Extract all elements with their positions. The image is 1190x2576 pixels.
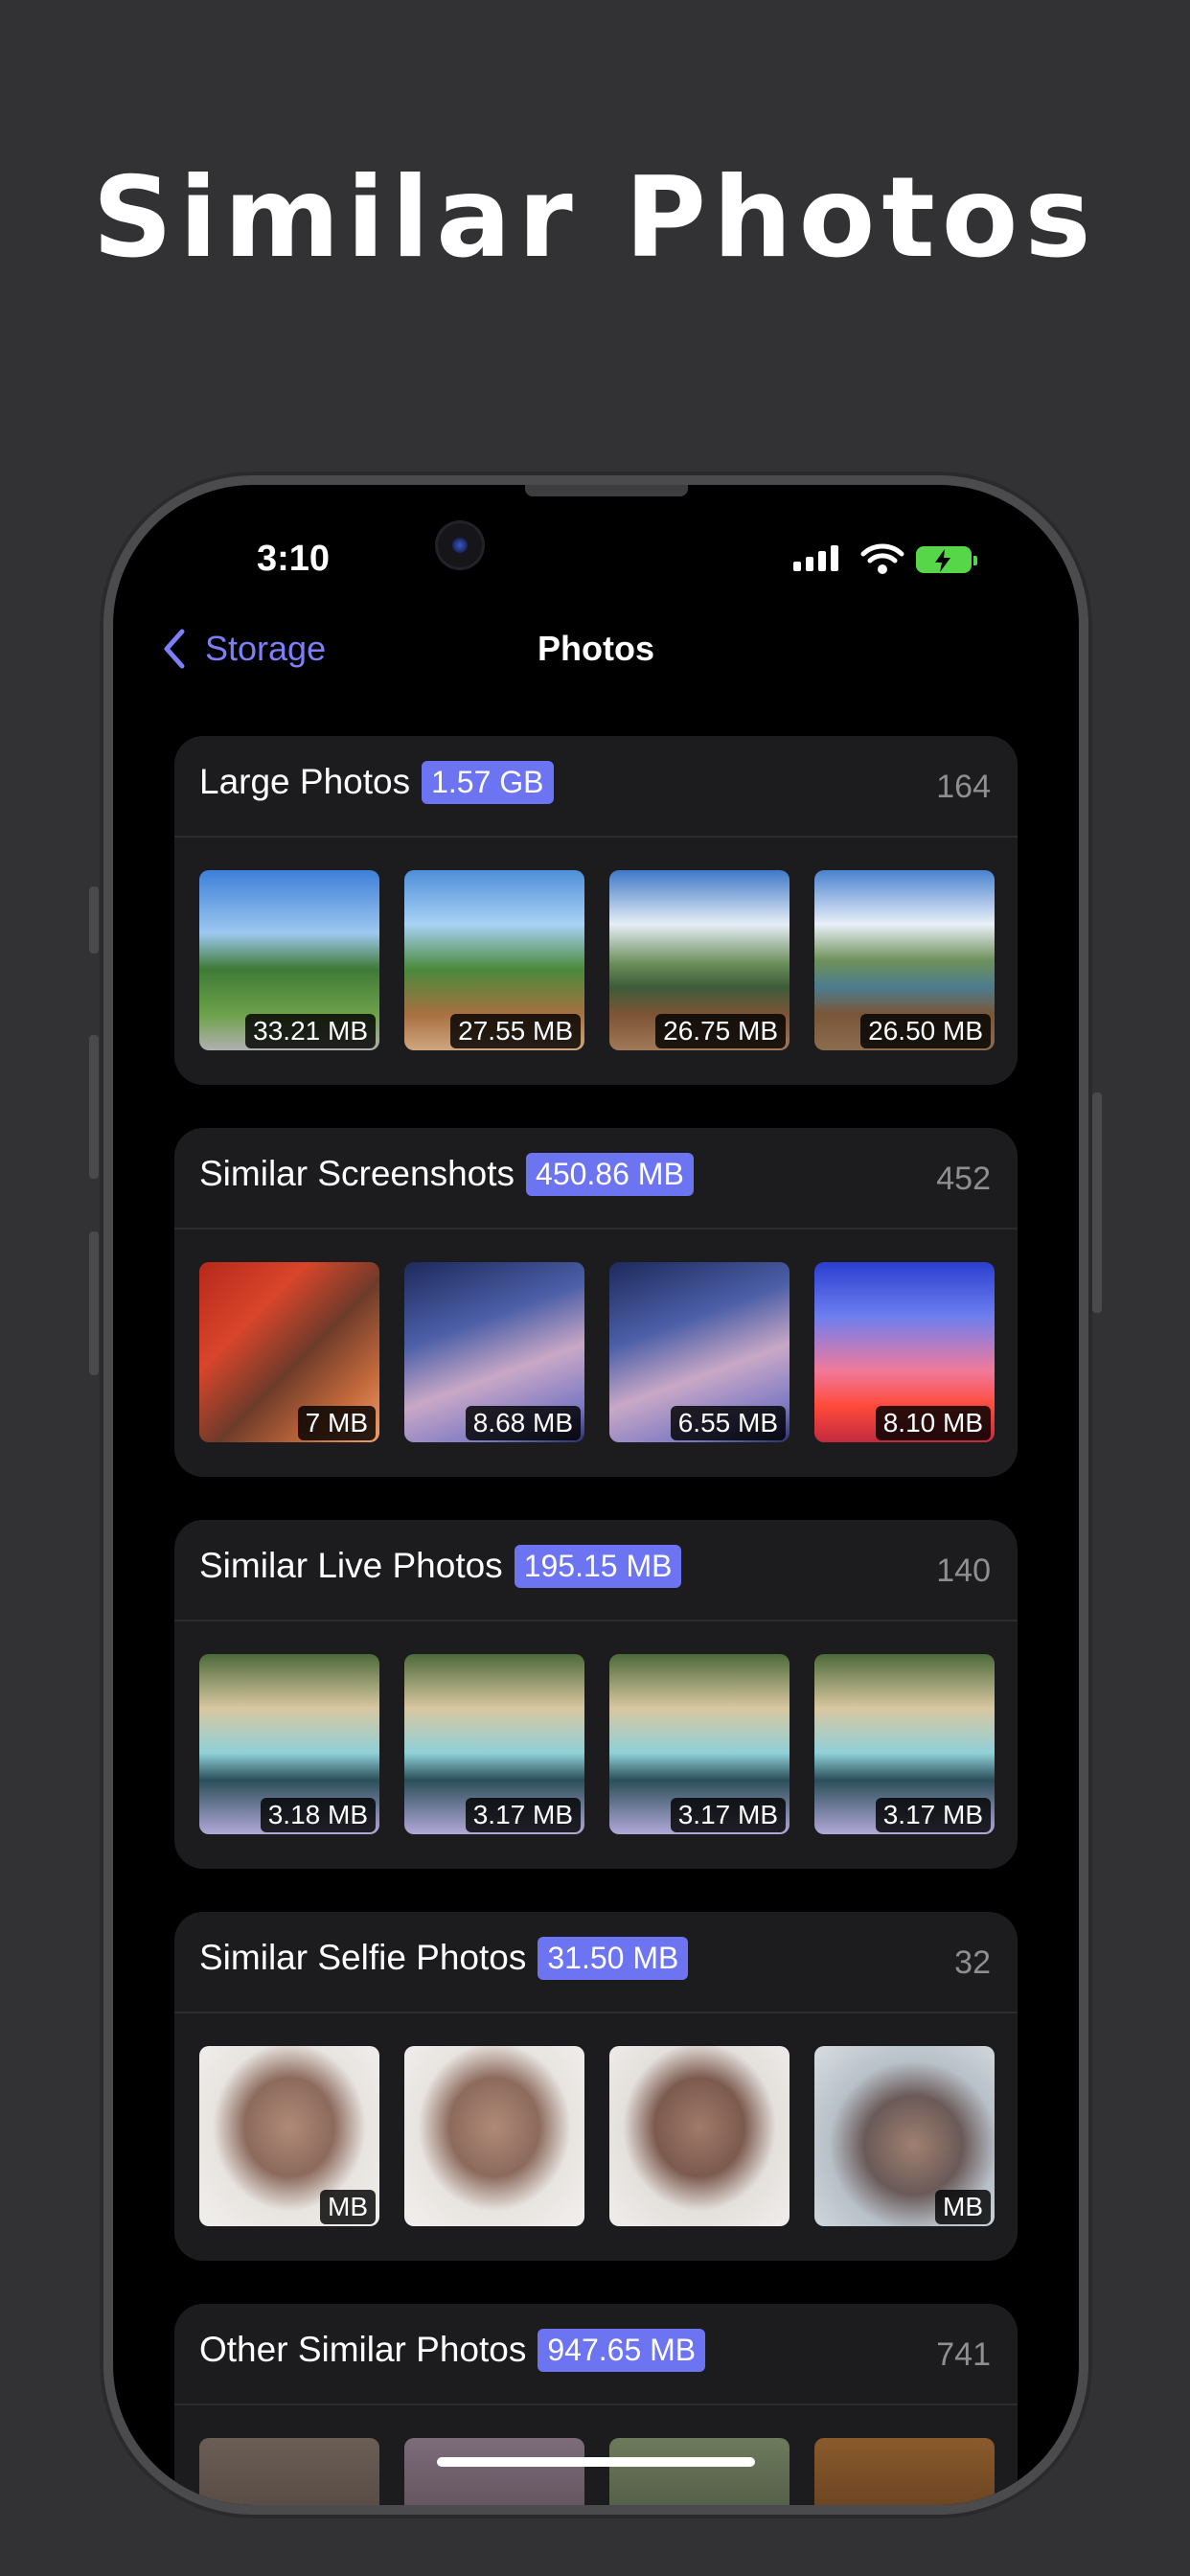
card-similar-selfie-photos[interactable]: Similar Selfie Photos 31.50 MB 32 MB MB (174, 1912, 1018, 2261)
size-badge: 195.15 MB (514, 1544, 682, 1588)
file-size-label: 3.17 MB (670, 1798, 786, 1832)
photo-thumbnail[interactable]: 6.55 MB (609, 1262, 790, 1442)
photo-thumbnail[interactable]: 7 MB (199, 1262, 379, 1442)
home-indicator (437, 2457, 755, 2467)
thumbnail-row: 3.18 MB 3.17 MB 3.17 MB 3.17 MB (199, 1654, 995, 1834)
card-title: Other Similar Photos (199, 2330, 527, 2369)
divider (174, 1620, 1018, 1622)
speaker-grille (525, 485, 688, 496)
battery-charging-icon (916, 546, 977, 573)
photo-thumbnail[interactable]: 3.17 MB (609, 1654, 790, 1834)
thumbnail-row (199, 2438, 995, 2505)
photo-thumbnail[interactable]: 8.10 MB (814, 1262, 995, 1442)
size-badge: 31.50 MB (538, 1936, 689, 1980)
photo-thumbnail[interactable] (814, 2438, 995, 2505)
file-size-label: MB (935, 2190, 991, 2224)
file-size-label: 8.10 MB (875, 1406, 991, 1440)
photo-thumbnail[interactable]: 3.17 MB (814, 1654, 995, 1834)
wifi-icon (860, 543, 904, 574)
photo-thumbnail[interactable] (609, 2046, 790, 2226)
status-icons (793, 543, 1004, 583)
size-badge: 947.65 MB (538, 2328, 706, 2372)
file-size-label: 8.68 MB (465, 1406, 581, 1440)
status-time: 3:10 (257, 539, 331, 579)
size-badge: 1.57 GB (422, 760, 554, 804)
divider (174, 1228, 1018, 1230)
volume-down-button (89, 1231, 99, 1375)
card-title: Similar Selfie Photos (199, 1938, 527, 1977)
photo-thumbnail[interactable] (199, 2438, 379, 2505)
file-size-label: 27.55 MB (450, 1014, 581, 1048)
divider (174, 2012, 1018, 2013)
card-similar-live-photos[interactable]: Similar Live Photos 195.15 MB 140 3.18 M… (174, 1520, 1018, 1869)
item-count: 32 (954, 1944, 991, 1981)
file-size-label: 33.21 MB (245, 1014, 376, 1048)
file-size-label: 3.17 MB (875, 1798, 991, 1832)
item-count: 140 (936, 1552, 991, 1589)
photo-thumbnail[interactable]: MB (199, 2046, 379, 2226)
photo-thumbnail[interactable] (404, 2438, 584, 2505)
thumbnail-row: MB MB (199, 2046, 995, 2226)
size-badge: 450.86 MB (526, 1152, 694, 1196)
photo-thumbnail[interactable] (609, 2438, 790, 2505)
card-other-similar-photos[interactable]: Other Similar Photos 947.65 MB 741 (174, 2304, 1018, 2505)
headline: Similar Photos (92, 153, 1098, 283)
thumbnail-row: 7 MB 8.68 MB 6.55 MB 8.10 MB (199, 1262, 995, 1442)
photo-thumbnail[interactable]: 26.75 MB (609, 870, 790, 1050)
photo-thumbnail[interactable]: 26.50 MB (814, 870, 995, 1050)
volume-up-button (89, 1035, 99, 1179)
file-size-label: 26.75 MB (655, 1014, 786, 1048)
power-button (1092, 1092, 1102, 1313)
card-title: Similar Live Photos (199, 1546, 503, 1585)
card-similar-screenshots[interactable]: Similar Screenshots 450.86 MB 452 7 MB 8… (174, 1128, 1018, 1477)
item-count: 741 (936, 2336, 991, 2373)
file-size-label: MB (320, 2190, 376, 2224)
thumbnail-row: 33.21 MB 27.55 MB 26.75 MB 26.50 MB (199, 870, 995, 1050)
card-title: Large Photos (199, 762, 411, 801)
photo-thumbnail[interactable]: 27.55 MB (404, 870, 584, 1050)
card-large-photos[interactable]: Large Photos 1.57 GB 164 33.21 MB 27.55 … (174, 736, 1018, 1085)
file-size-label: 3.17 MB (465, 1798, 581, 1832)
front-camera-icon (438, 523, 482, 567)
photo-thumbnail[interactable]: MB (814, 2046, 995, 2226)
file-size-label: 7 MB (297, 1406, 376, 1440)
photo-thumbnail[interactable]: 33.21 MB (199, 870, 379, 1050)
cellular-signal-icon (793, 544, 838, 571)
file-size-label: 3.18 MB (260, 1798, 376, 1832)
photo-thumbnail[interactable]: 8.68 MB (404, 1262, 584, 1442)
divider (174, 2404, 1018, 2405)
file-size-label: 6.55 MB (670, 1406, 786, 1440)
item-count: 452 (936, 1161, 991, 1197)
card-title: Similar Screenshots (199, 1154, 515, 1193)
phone-screen: 3:10 Storage Photos Large Photos 1.57 GB… (113, 485, 1079, 2505)
page-title: Photos (538, 629, 654, 668)
mute-switch (89, 886, 99, 954)
photo-thumbnail[interactable] (404, 2046, 584, 2226)
item-count: 164 (936, 769, 991, 805)
photo-thumbnail[interactable]: 3.17 MB (404, 1654, 584, 1834)
divider (174, 836, 1018, 838)
photo-thumbnail[interactable]: 3.18 MB (199, 1654, 379, 1834)
file-size-label: 26.50 MB (860, 1014, 991, 1048)
